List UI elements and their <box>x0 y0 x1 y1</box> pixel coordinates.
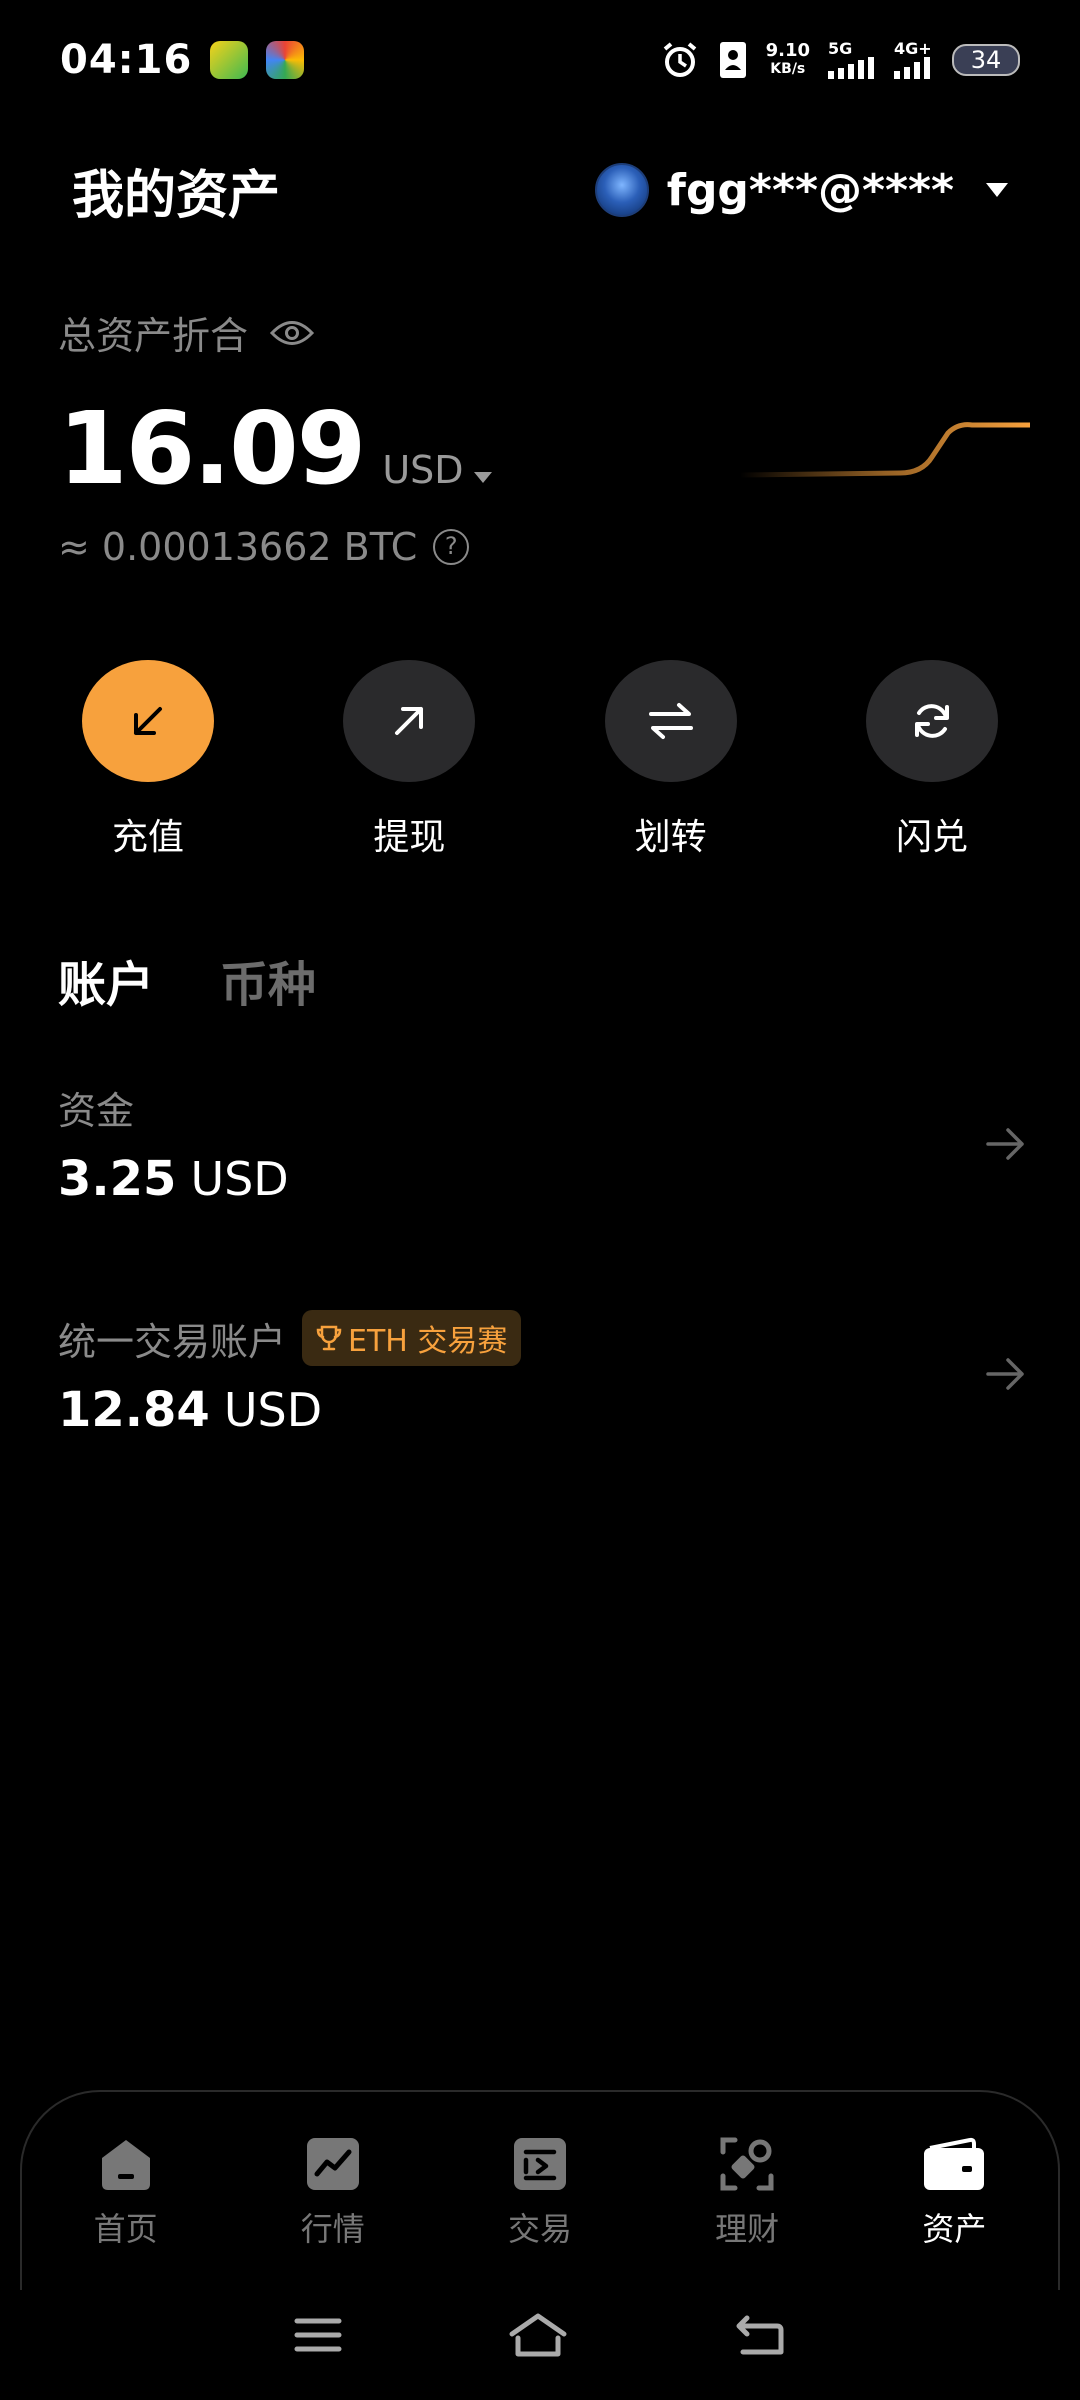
home-icon <box>101 2140 150 2190</box>
quick-actions: 充值 提现 划转 闪兑 <box>48 660 1032 860</box>
earn-icon <box>720 2137 774 2191</box>
account-name: 资金 <box>58 1089 135 1133</box>
account-unit: USD <box>223 1383 323 1437</box>
app-icon-qq-music <box>210 41 249 79</box>
account-name-row: 资金 <box>58 1080 1028 1135</box>
swap-label: 闪兑 <box>895 817 968 858</box>
account-name: fgg***@**** <box>666 164 954 216</box>
nav-home[interactable]: 首页 <box>36 2134 216 2290</box>
signal-4g-label: 4G+ <box>894 39 932 58</box>
net-speed-value: 9.10 <box>765 40 810 61</box>
nav-earn[interactable]: 理财 <box>657 2134 837 2290</box>
battery-icon: 34 <box>952 44 1020 76</box>
withdraw-circle <box>343 660 476 782</box>
nav-market-label: 行情 <box>300 2210 365 2248</box>
status-time: 04:16 <box>60 37 193 83</box>
tab-currencies[interactable]: 币种 <box>220 945 316 1015</box>
deposit-button[interactable]: 充值 <box>48 660 248 860</box>
nav-market[interactable]: 行情 <box>243 2134 423 2290</box>
withdraw-label: 提现 <box>373 817 446 858</box>
net-speed: 9.10 KB/s <box>766 42 810 78</box>
wallet-icon <box>924 2137 985 2190</box>
account-name: 统一交易账户 <box>58 1319 287 1364</box>
nav-trade[interactable]: 交易 <box>450 2134 630 2290</box>
status-left: 04:16 <box>60 37 305 83</box>
deposit-label: 充值 <box>111 817 184 858</box>
account-name-row: 统一交易账户 ETH 交易赛 <box>58 1310 1028 1366</box>
badge-label: ETH 交易赛 <box>348 1324 508 1359</box>
status-bar: 04:16 9.10 KB/s 5G 4G+ 34 <box>0 0 1080 120</box>
swap-refresh-icon <box>914 704 949 738</box>
account-amount: 3.25 <box>58 1151 177 1207</box>
asset-trend-sparkline <box>740 422 1030 478</box>
eth-contest-badge[interactable]: ETH 交易赛 <box>302 1310 522 1366</box>
app-icon-colorful <box>266 41 305 79</box>
account-row-funding[interactable]: 资金 3.25 USD <box>58 1080 1028 1240</box>
signal-5g-label: 5G <box>828 39 853 58</box>
status-right: 9.10 KB/s 5G 4G+ 34 <box>660 40 1020 80</box>
page-title: 我的资产 <box>72 165 281 226</box>
nav-home-label: 首页 <box>93 2210 158 2248</box>
withdraw-button[interactable]: 提现 <box>309 660 509 860</box>
arrow-right-icon <box>986 1358 1024 1390</box>
transfer-label: 划转 <box>634 817 707 858</box>
trophy-icon <box>316 1325 342 1351</box>
signal-4g: 4G+ <box>894 41 934 79</box>
swap-circle <box>865 660 998 782</box>
summary-label-row: 总资产折合 <box>58 305 1038 360</box>
bottom-nav: 首页 行情 交易 理财 资产 <box>20 2090 1060 2290</box>
avatar <box>594 163 649 217</box>
tab-accounts[interactable]: 账户 <box>58 945 154 1015</box>
deposit-arrow-icon <box>134 707 162 735</box>
signal-5g: 5G <box>828 41 876 79</box>
help-icon[interactable]: ? <box>433 529 470 565</box>
nav-assets[interactable]: 资产 <box>864 2134 1044 2290</box>
eye-icon[interactable] <box>270 318 315 348</box>
back-icon[interactable] <box>733 2312 787 2358</box>
arrow-right-icon <box>986 1128 1024 1160</box>
btc-equivalent: ≈ 0.00013662 BTC <box>58 525 418 569</box>
deposit-circle <box>82 660 214 782</box>
nav-trade-label: 交易 <box>507 2210 572 2248</box>
menu-icon[interactable] <box>293 2315 343 2355</box>
account-value: 3.25 USD <box>58 1151 1028 1207</box>
transfer-icon <box>648 703 693 739</box>
caret-down-icon <box>473 472 492 483</box>
transfer-button[interactable]: 划转 <box>571 660 771 860</box>
signal-icon <box>828 57 874 79</box>
withdraw-arrow-icon <box>395 707 424 735</box>
account-switcher[interactable]: fgg***@**** <box>594 163 1008 217</box>
home-nav-icon[interactable] <box>508 2312 568 2358</box>
header: 我的资产 fgg***@**** <box>0 140 1080 240</box>
trade-icon <box>513 2138 566 2190</box>
market-chart-icon <box>306 2138 359 2190</box>
system-nav-bar <box>0 2290 1080 2380</box>
net-speed-unit: KB/s <box>770 61 806 77</box>
nav-earn-label: 理财 <box>715 2210 780 2248</box>
caret-down-icon <box>986 183 1008 197</box>
account-unit: USD <box>190 1152 289 1206</box>
signal-icon <box>894 57 930 79</box>
currency-selector[interactable]: USD <box>382 448 492 492</box>
account-row-unified-trading[interactable]: 统一交易账户 ETH 交易赛 12.84 USD <box>58 1310 1028 1470</box>
swap-button[interactable]: 闪兑 <box>832 660 1032 860</box>
currency-unit: USD <box>382 448 464 492</box>
account-amount: 12.84 <box>58 1382 210 1438</box>
asset-tabs: 账户 币种 <box>58 945 316 1015</box>
summary-label: 总资产折合 <box>58 314 249 358</box>
alarm-icon <box>663 42 696 77</box>
account-value: 12.84 USD <box>58 1382 1028 1438</box>
nav-assets-label: 资产 <box>922 2210 987 2248</box>
contact-card-icon <box>719 42 746 78</box>
btc-equivalent-row: ≈ 0.00013662 BTC ? <box>58 525 1038 569</box>
transfer-circle <box>604 660 737 782</box>
total-amount: 16.09 <box>58 390 366 507</box>
